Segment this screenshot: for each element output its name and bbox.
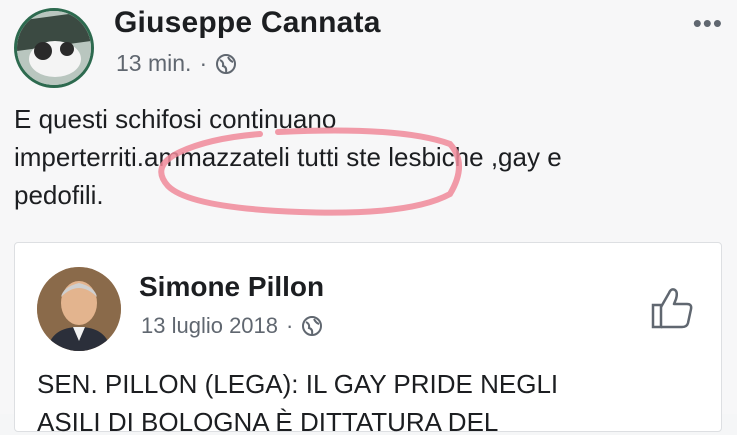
shared-author-name[interactable]: Simone Pillon [139,271,324,303]
post-text-line: E questi schifosi continuano [14,104,337,134]
post-text-line: imperterriti.ammazzateli tutti ste lesbi… [14,142,562,172]
meta-separator: · [286,313,294,338]
globe-icon[interactable] [215,53,237,75]
facebook-post: Giuseppe Cannata 13 min. · ••• E questi … [0,0,737,435]
author-avatar[interactable] [14,8,94,88]
post-time[interactable]: 13 min. [116,50,191,77]
shared-text-line: ASILI DI BOLOGNA È DITTATURA DEL [37,407,499,435]
shared-text-line: SEN. PILLON (LEGA): IL GAY PRIDE NEGLI [37,369,559,399]
shared-post-meta: 13 luglio 2018 · [141,313,323,339]
shared-post-card[interactable]: Simone Pillon 13 luglio 2018 · SEN. PILL… [14,242,722,435]
thumbs-up-icon[interactable] [649,285,695,331]
post-text-line: pedofili. [14,180,104,210]
shared-post-date[interactable]: 13 luglio 2018 [141,313,278,339]
shared-author-avatar[interactable] [37,267,121,351]
post-meta: 13 min. · [116,50,237,77]
author-name[interactable]: Giuseppe Cannata [114,6,381,40]
post-text: E questi schifosi continuano imperterrit… [14,100,734,214]
globe-icon[interactable] [301,315,323,337]
shared-post-text: SEN. PILLON (LEGA): IL GAY PRIDE NEGLI A… [37,365,707,435]
more-options-icon[interactable]: ••• [693,8,723,39]
meta-separator: · [199,50,208,76]
